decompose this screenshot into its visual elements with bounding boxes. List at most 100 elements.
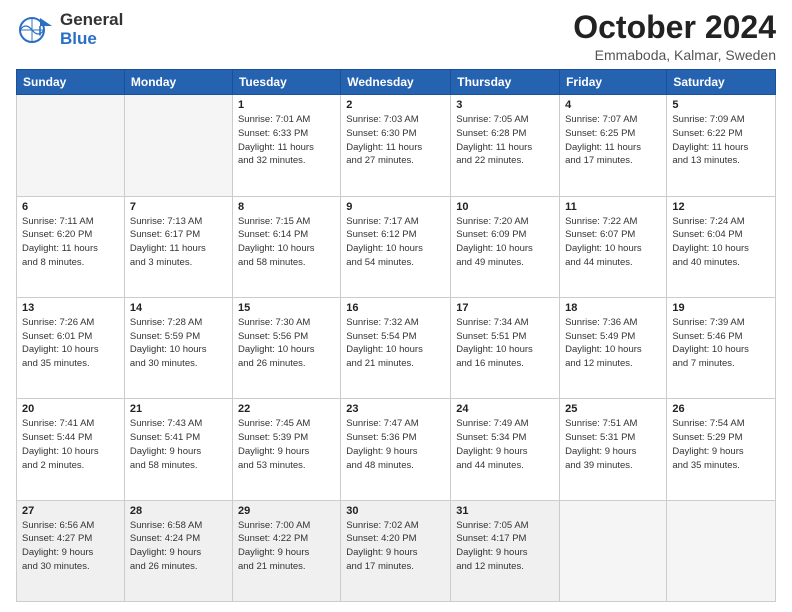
logo: General Blue — [16, 10, 123, 50]
calendar-cell: 24Sunrise: 7:49 AM Sunset: 5:34 PM Dayli… — [451, 399, 560, 500]
weekday-header-sunday: Sunday — [17, 70, 125, 95]
calendar-cell: 3 Sunrise: 7:05 AM Sunset: 6:28 PM Daylig… — [451, 95, 560, 196]
calendar-cell: 27Sunrise: 6:56 AM Sunset: 4:27 PM Dayli… — [17, 500, 125, 601]
day-info: Sunrise: 7:32 AM Sunset: 5:54 PM Dayligh… — [346, 316, 445, 371]
day-number: 28 — [130, 505, 227, 517]
day-info: Sunrise: 7:11 AM Sunset: 6:20 PM Dayligh… — [22, 215, 119, 270]
calendar-cell: 16 Sunrise: 7:32 AM Sunset: 5:54 PM Dayli… — [341, 297, 451, 398]
day-number: 21 — [130, 403, 227, 415]
day-info: Sunrise: 7:17 AM Sunset: 6:12 PM Dayligh… — [346, 215, 445, 270]
calendar-cell: 20 Sunrise: 7:41 AM Sunset: 5:44 PM Dayli… — [17, 399, 125, 500]
day-info: Sunrise: 7:30 AM Sunset: 5:56 PM Dayligh… — [238, 316, 335, 371]
calendar-week-row: 6 Sunrise: 7:11 AM Sunset: 6:20 PM Daylig… — [17, 196, 776, 297]
day-number: 4 — [565, 99, 661, 111]
day-info: Sunrise: 7:24 AM Sunset: 6:04 PM Dayligh… — [672, 215, 770, 270]
calendar-cell: 17 Sunrise: 7:34 AM Sunset: 5:51 PM Dayli… — [451, 297, 560, 398]
calendar-cell: 2 Sunrise: 7:03 AM Sunset: 6:30 PM Daylig… — [341, 95, 451, 196]
calendar-cell: 21 Sunrise: 7:43 AM Sunset: 5:41 PM Dayli… — [124, 399, 232, 500]
day-info: Sunrise: 7:07 AM Sunset: 6:25 PM Dayligh… — [565, 113, 661, 168]
day-number: 6 — [22, 201, 119, 213]
day-info: Sunrise: 7:36 AM Sunset: 5:49 PM Dayligh… — [565, 316, 661, 371]
calendar-week-row: 13Sunrise: 7:26 AM Sunset: 6:01 PM Dayli… — [17, 297, 776, 398]
calendar-week-row: 1Sunrise: 7:01 AM Sunset: 6:33 PM Daylig… — [17, 95, 776, 196]
weekday-header-thursday: Thursday — [451, 70, 560, 95]
day-number: 15 — [238, 302, 335, 314]
day-number: 22 — [238, 403, 335, 415]
weekday-header-wednesday: Wednesday — [341, 70, 451, 95]
day-number: 19 — [672, 302, 770, 314]
day-number: 18 — [565, 302, 661, 314]
calendar-cell: 23Sunrise: 7:47 AM Sunset: 5:36 PM Dayli… — [341, 399, 451, 500]
calendar-cell — [124, 95, 232, 196]
calendar-cell: 29 Sunrise: 7:00 AM Sunset: 4:22 PM Dayli… — [232, 500, 340, 601]
location: Emmaboda, Kalmar, Sweden — [573, 47, 776, 63]
logo-name: General Blue — [60, 11, 123, 48]
calendar-cell: 13Sunrise: 7:26 AM Sunset: 6:01 PM Dayli… — [17, 297, 125, 398]
calendar: SundayMondayTuesdayWednesdayThursdayFrid… — [16, 69, 776, 602]
calendar-cell — [667, 500, 776, 601]
header: General Blue October 2024 Emmaboda, Kalm… — [16, 10, 776, 63]
day-info: Sunrise: 7:34 AM Sunset: 5:51 PM Dayligh… — [456, 316, 554, 371]
calendar-cell: 26 Sunrise: 7:54 AM Sunset: 5:29 PM Dayli… — [667, 399, 776, 500]
day-info: Sunrise: 7:13 AM Sunset: 6:17 PM Dayligh… — [130, 215, 227, 270]
day-number: 2 — [346, 99, 445, 111]
day-info: Sunrise: 7:22 AM Sunset: 6:07 PM Dayligh… — [565, 215, 661, 270]
calendar-cell — [17, 95, 125, 196]
weekday-header-saturday: Saturday — [667, 70, 776, 95]
day-number: 27 — [22, 505, 119, 517]
calendar-cell: 5Sunrise: 7:09 AM Sunset: 6:22 PM Daylig… — [667, 95, 776, 196]
calendar-cell: 7 Sunrise: 7:13 AM Sunset: 6:17 PM Daylig… — [124, 196, 232, 297]
day-number: 17 — [456, 302, 554, 314]
day-number: 29 — [238, 505, 335, 517]
calendar-cell: 4 Sunrise: 7:07 AM Sunset: 6:25 PM Daylig… — [560, 95, 667, 196]
calendar-cell: 30 Sunrise: 7:02 AM Sunset: 4:20 PM Dayli… — [341, 500, 451, 601]
day-info: Sunrise: 7:43 AM Sunset: 5:41 PM Dayligh… — [130, 417, 227, 472]
calendar-cell: 8Sunrise: 7:15 AM Sunset: 6:14 PM Daylig… — [232, 196, 340, 297]
day-number: 10 — [456, 201, 554, 213]
day-number: 16 — [346, 302, 445, 314]
calendar-cell: 15 Sunrise: 7:30 AM Sunset: 5:56 PM Dayli… — [232, 297, 340, 398]
day-info: Sunrise: 7:03 AM Sunset: 6:30 PM Dayligh… — [346, 113, 445, 168]
weekday-header-row: SundayMondayTuesdayWednesdayThursdayFrid… — [17, 70, 776, 95]
calendar-cell: 31 Sunrise: 7:05 AM Sunset: 4:17 PM Dayli… — [451, 500, 560, 601]
day-info: Sunrise: 6:58 AM Sunset: 4:24 PM Dayligh… — [130, 519, 227, 574]
month-title: October 2024 — [573, 10, 776, 45]
day-number: 7 — [130, 201, 227, 213]
day-info: Sunrise: 7:05 AM Sunset: 4:17 PM Dayligh… — [456, 519, 554, 574]
day-number: 30 — [346, 505, 445, 517]
day-info: Sunrise: 7:00 AM Sunset: 4:22 PM Dayligh… — [238, 519, 335, 574]
day-info: Sunrise: 7:02 AM Sunset: 4:20 PM Dayligh… — [346, 519, 445, 574]
calendar-cell — [560, 500, 667, 601]
day-info: Sunrise: 7:28 AM Sunset: 5:59 PM Dayligh… — [130, 316, 227, 371]
day-info: Sunrise: 7:05 AM Sunset: 6:28 PM Dayligh… — [456, 113, 554, 168]
calendar-cell: 10Sunrise: 7:20 AM Sunset: 6:09 PM Dayli… — [451, 196, 560, 297]
day-number: 9 — [346, 201, 445, 213]
calendar-week-row: 20 Sunrise: 7:41 AM Sunset: 5:44 PM Dayli… — [17, 399, 776, 500]
day-number: 5 — [672, 99, 770, 111]
calendar-cell: 9 Sunrise: 7:17 AM Sunset: 6:12 PM Daylig… — [341, 196, 451, 297]
title-area: October 2024 Emmaboda, Kalmar, Sweden — [573, 10, 776, 63]
calendar-cell: 11Sunrise: 7:22 AM Sunset: 6:07 PM Dayli… — [560, 196, 667, 297]
day-number: 31 — [456, 505, 554, 517]
calendar-cell: 6 Sunrise: 7:11 AM Sunset: 6:20 PM Daylig… — [17, 196, 125, 297]
day-info: Sunrise: 7:41 AM Sunset: 5:44 PM Dayligh… — [22, 417, 119, 472]
page: General Blue October 2024 Emmaboda, Kalm… — [0, 0, 792, 612]
calendar-week-row: 27Sunrise: 6:56 AM Sunset: 4:27 PM Dayli… — [17, 500, 776, 601]
day-number: 25 — [565, 403, 661, 415]
calendar-cell: 28 Sunrise: 6:58 AM Sunset: 4:24 PM Dayli… — [124, 500, 232, 601]
calendar-cell: 12 Sunrise: 7:24 AM Sunset: 6:04 PM Dayli… — [667, 196, 776, 297]
day-number: 12 — [672, 201, 770, 213]
day-info: Sunrise: 7:01 AM Sunset: 6:33 PM Dayligh… — [238, 113, 335, 168]
logo-blue-text: Blue — [60, 30, 123, 49]
weekday-header-tuesday: Tuesday — [232, 70, 340, 95]
day-number: 3 — [456, 99, 554, 111]
calendar-cell: 14Sunrise: 7:28 AM Sunset: 5:59 PM Dayli… — [124, 297, 232, 398]
day-number: 20 — [22, 403, 119, 415]
day-number: 24 — [456, 403, 554, 415]
day-info: Sunrise: 7:54 AM Sunset: 5:29 PM Dayligh… — [672, 417, 770, 472]
weekday-header-friday: Friday — [560, 70, 667, 95]
day-number: 8 — [238, 201, 335, 213]
calendar-cell: 1Sunrise: 7:01 AM Sunset: 6:33 PM Daylig… — [232, 95, 340, 196]
day-number: 26 — [672, 403, 770, 415]
calendar-cell: 19Sunrise: 7:39 AM Sunset: 5:46 PM Dayli… — [667, 297, 776, 398]
